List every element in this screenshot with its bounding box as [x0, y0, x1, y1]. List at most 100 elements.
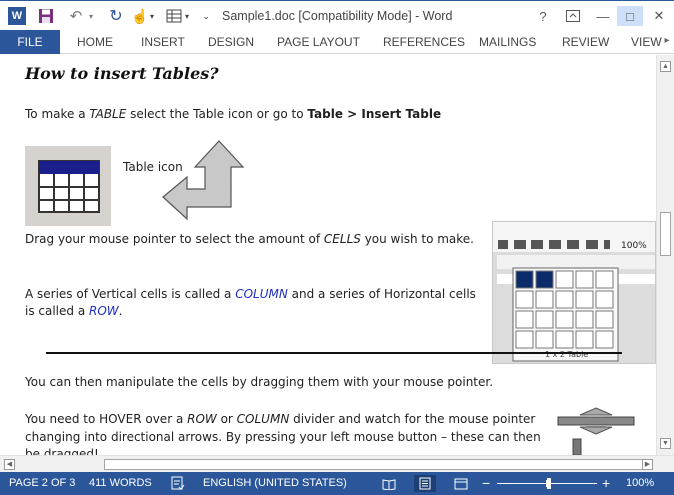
redo-icon[interactable]: ↻: [106, 6, 126, 26]
grid-picker-cell: [515, 270, 534, 289]
table-qa-dropdown-icon[interactable]: ▾: [182, 6, 192, 26]
document-title: Sample1.doc [Compatibility Mode] - Word: [222, 9, 453, 23]
tab-insert[interactable]: INSERT: [141, 30, 185, 54]
grid-picker-cell: [555, 290, 574, 309]
grid-picker-cell: [535, 290, 554, 309]
ribbon-tabs: FILE HOME INSERT DESIGN PAGE LAYOUT REFE…: [0, 30, 674, 54]
page-count[interactable]: PAGE 2 OF 3: [9, 477, 75, 489]
p2-text-c: you wish to make.: [360, 232, 474, 246]
tab-home[interactable]: HOME: [77, 30, 113, 54]
p2-cells-word: CELLS: [323, 232, 361, 246]
scroll-up-icon[interactable]: ▲: [660, 61, 671, 72]
web-layout-icon[interactable]: [450, 475, 472, 492]
table-qa-icon[interactable]: [164, 6, 184, 26]
title-bar: W ↶ ▾ ↻ ☝ ▾ ▾ ⌄ Sample1.doc [Compatibili…: [0, 0, 674, 30]
ribbon-scroll-right-icon[interactable]: ▸: [660, 35, 674, 49]
read-mode-icon[interactable]: [378, 475, 400, 492]
paragraph-hover-line2: changing into directional arrows. By pre…: [25, 430, 541, 444]
bent-arrow-shape: [162, 140, 245, 221]
zoom-level[interactable]: 100%: [626, 477, 654, 489]
grid-picker-cell: [535, 330, 554, 349]
grid-picker-cell: [575, 330, 594, 349]
zoom-in-button[interactable]: +: [602, 475, 610, 491]
tab-mailings[interactable]: MAILINGS: [479, 30, 536, 54]
grid-picker-cell: [595, 310, 614, 329]
grid-picker-cell: [535, 310, 554, 329]
scroll-down-icon[interactable]: ▼: [660, 438, 671, 449]
resize-pointer-picture: [557, 407, 635, 455]
minimize-icon[interactable]: —: [590, 6, 616, 26]
vertical-scroll-thumb[interactable]: [660, 212, 671, 256]
print-layout-icon[interactable]: [414, 475, 436, 492]
paragraph-column-row-line1: A series of Vertical cells is called a C…: [25, 287, 476, 301]
horizontal-scroll-thumb[interactable]: [104, 459, 646, 470]
paragraph-hover-line3: be dragged!: [25, 447, 99, 455]
close-icon[interactable]: ✕: [646, 6, 672, 26]
zoom-slider-thumb[interactable]: [547, 478, 551, 489]
grid-picker-cell: [595, 330, 614, 349]
word-logo-text: W: [11, 10, 23, 22]
p3-text-d: is called a: [25, 304, 90, 318]
grid-picker-cell: [535, 270, 554, 289]
tab-references[interactable]: REFERENCES: [383, 30, 465, 54]
grid-picker-cell: [555, 310, 574, 329]
p2-text-a: Drag your mouse pointer to select the am…: [25, 232, 324, 246]
grid-pic-zoom: 100%: [621, 241, 647, 251]
grid-picker-cell: [575, 270, 594, 289]
p5-text-a: You need to HOVER over a: [25, 412, 188, 426]
document-page[interactable]: How to insert Tables? To make a TABLE se…: [0, 55, 656, 455]
grid-picker-cell: [575, 290, 594, 309]
customize-toolbar-icon[interactable]: ⌄: [200, 6, 212, 26]
grid-picker-cell: [555, 330, 574, 349]
p5-text-e: divider and watch for the mouse pointer: [289, 412, 536, 426]
scroll-right-icon[interactable]: ▶: [642, 459, 653, 470]
tab-file[interactable]: FILE: [0, 30, 60, 54]
tab-view[interactable]: VIEW: [631, 30, 662, 54]
maximize-icon[interactable]: □: [617, 6, 643, 26]
save-icon[interactable]: [36, 6, 56, 26]
p5-column-word: COLUMN: [236, 412, 290, 426]
paragraph-column-row-line2: is called a ROW.: [25, 304, 123, 318]
scroll-left-icon[interactable]: ◀: [4, 459, 15, 470]
vertical-scrollbar[interactable]: ▲ ▼: [656, 55, 674, 455]
table-icon-picture: [25, 146, 111, 226]
p5-row-word: ROW: [187, 412, 217, 426]
ribbon-options-icon[interactable]: [560, 6, 586, 26]
p3-text-c: and a series of Horizontal cells: [287, 287, 476, 301]
grid-picker-cell: [515, 330, 534, 349]
paragraph-drag-cells: Drag your mouse pointer to select the am…: [25, 232, 474, 246]
p3-text-f: .: [118, 304, 123, 318]
grid-picker-cell: [595, 270, 614, 289]
proofing-icon[interactable]: [171, 476, 185, 493]
language-indicator[interactable]: ENGLISH (UNITED STATES): [203, 477, 347, 489]
paragraph-manipulate-cells: You can then manipulate the cells by dra…: [25, 375, 494, 389]
word-count[interactable]: 411 WORDS: [89, 477, 152, 489]
word-logo-icon[interactable]: W: [8, 7, 26, 25]
horizontal-rule: [46, 352, 622, 354]
p1-table-word: TABLE: [89, 107, 127, 121]
undo-dropdown-icon[interactable]: ▾: [86, 6, 96, 26]
paragraph-make-table: To make a TABLE select the Table icon or…: [25, 107, 441, 121]
p3-column-word: COLUMN: [235, 287, 288, 301]
p1-menu-path: Table > Insert Table: [307, 107, 442, 121]
grid-picker-cell: [595, 290, 614, 309]
zoom-out-button[interactable]: −: [482, 475, 490, 491]
grid-picker-cell: [555, 270, 574, 289]
p3-text-a: A series of Vertical cells is called a: [25, 287, 236, 301]
tab-review[interactable]: REVIEW: [562, 30, 609, 54]
p3-row-word: ROW: [89, 304, 119, 318]
p1-text-a: To make a: [25, 107, 90, 121]
grid-picker-cell: [575, 310, 594, 329]
table-icon: [38, 160, 100, 213]
table-grid-picker-picture: 100% 1 x 2 Table: [492, 221, 656, 364]
grid-picker-cell: [515, 290, 534, 309]
p1-text-c: select the Table icon or go to: [126, 107, 308, 121]
touch-mode-dropdown-icon[interactable]: ▾: [147, 6, 157, 26]
tab-page-layout[interactable]: PAGE LAYOUT: [277, 30, 360, 54]
page-heading: How to insert Tables?: [25, 64, 219, 83]
help-icon[interactable]: ?: [530, 6, 556, 26]
tab-design[interactable]: DESIGN: [208, 30, 254, 54]
undo-icon[interactable]: ↶: [66, 6, 86, 26]
p5-text-c: or: [216, 412, 237, 426]
horizontal-scrollbar[interactable]: ◀ ▶: [0, 455, 674, 472]
